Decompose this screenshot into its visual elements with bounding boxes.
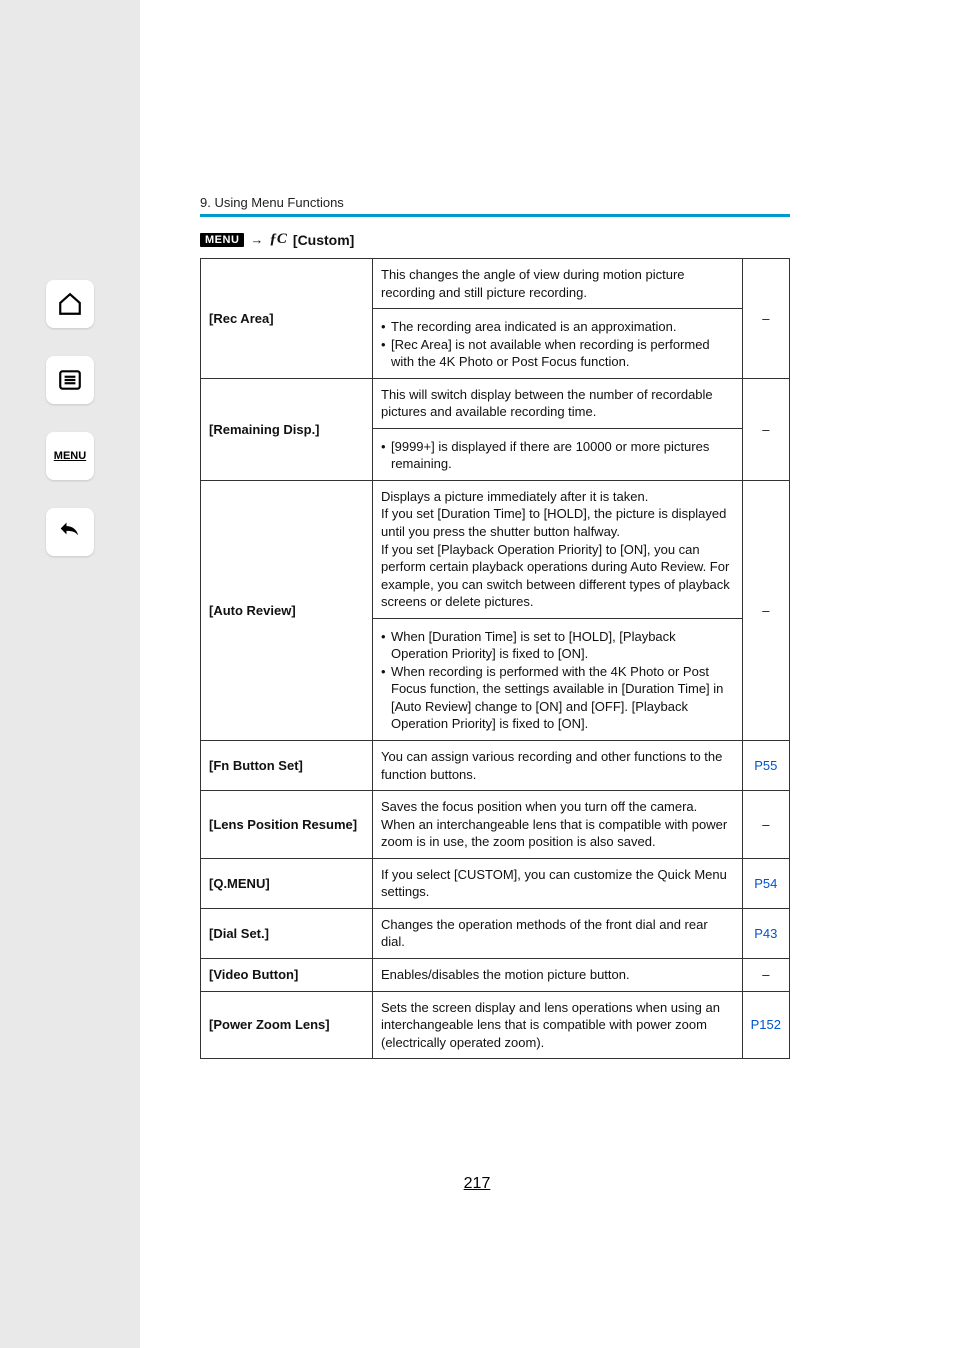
table-row: [Remaining Disp.] This will switch displ… xyxy=(201,378,790,428)
row-ref: – xyxy=(742,791,789,859)
bullet-item: When [Duration Time] is set to [HOLD], [… xyxy=(381,628,734,663)
desc-text: This changes the angle of view during mo… xyxy=(381,266,734,301)
row-ref[interactable]: P152 xyxy=(742,991,789,1059)
row-ref: – xyxy=(742,259,789,379)
row-desc: This changes the angle of view during mo… xyxy=(373,259,743,309)
row-desc: Changes the operation methods of the fro… xyxy=(373,908,743,958)
list-icon xyxy=(57,367,83,393)
arrow-icon: → xyxy=(250,232,263,247)
desc-text: You can assign various recording and oth… xyxy=(381,748,734,783)
table-row: [Q.MENU] If you select [CUSTOM], you can… xyxy=(201,858,790,908)
row-ref: – xyxy=(742,958,789,991)
row-label: [Auto Review] xyxy=(201,480,373,740)
ref-text: – xyxy=(762,603,769,618)
desc-text: Saves the focus position when you turn o… xyxy=(381,798,734,851)
table-row: [Auto Review] Displays a picture immedia… xyxy=(201,480,790,618)
sidebar: MENU xyxy=(0,0,140,1348)
table-row: [Fn Button Set] You can assign various r… xyxy=(201,741,790,791)
menu-button[interactable]: MENU xyxy=(46,432,94,480)
back-button[interactable] xyxy=(46,508,94,556)
table-row: [Video Button] Enables/disables the moti… xyxy=(201,958,790,991)
row-desc: Enables/disables the motion picture butt… xyxy=(373,958,743,991)
row-ref: – xyxy=(742,378,789,480)
home-button[interactable] xyxy=(46,280,94,328)
row-label: [Q.MENU] xyxy=(201,858,373,908)
fc-icon: ƒC xyxy=(269,231,287,248)
ref-text: – xyxy=(762,817,769,832)
row-label: [Rec Area] xyxy=(201,259,373,379)
row-bullets: When [Duration Time] is set to [HOLD], [… xyxy=(373,618,743,740)
page-content: 9. Using Menu Functions MENU → ƒC [Custo… xyxy=(200,195,790,1059)
row-bullets: The recording area indicated is an appro… xyxy=(373,309,743,379)
row-desc: If you select [CUSTOM], you can customiz… xyxy=(373,858,743,908)
ref-link[interactable]: P55 xyxy=(754,758,777,773)
ref-link[interactable]: P43 xyxy=(754,926,777,941)
ref-link[interactable]: P152 xyxy=(751,1017,781,1032)
table-row: [Lens Position Resume] Saves the focus p… xyxy=(201,791,790,859)
ref-text: – xyxy=(762,422,769,437)
row-label: [Dial Set.] xyxy=(201,908,373,958)
row-desc: You can assign various recording and oth… xyxy=(373,741,743,791)
ref-text: – xyxy=(762,311,769,326)
row-label: [Lens Position Resume] xyxy=(201,791,373,859)
table-row: [Rec Area] This changes the angle of vie… xyxy=(201,259,790,309)
bullet-item: When recording is performed with the 4K … xyxy=(381,663,734,733)
row-desc: Saves the focus position when you turn o… xyxy=(373,791,743,859)
page-number: 217 xyxy=(0,1175,954,1193)
row-ref[interactable]: P55 xyxy=(742,741,789,791)
bullet-item: [Rec Area] is not available when recordi… xyxy=(381,336,734,371)
table-row: [Power Zoom Lens] Sets the screen displa… xyxy=(201,991,790,1059)
chapter-heading: 9. Using Menu Functions xyxy=(200,195,790,210)
desc-text: Displays a picture immediately after it … xyxy=(381,488,734,611)
row-bullets: [9999+] is displayed if there are 10000 … xyxy=(373,428,743,480)
ref-text: – xyxy=(762,967,769,982)
row-label: [Video Button] xyxy=(201,958,373,991)
desc-text: Sets the screen display and lens operati… xyxy=(381,999,734,1052)
row-ref[interactable]: P43 xyxy=(742,908,789,958)
row-label: [Power Zoom Lens] xyxy=(201,991,373,1059)
chapter-rule xyxy=(200,214,790,217)
desc-text: This will switch display between the num… xyxy=(381,386,734,421)
desc-text: Changes the operation methods of the fro… xyxy=(381,916,734,951)
bullet-item: [9999+] is displayed if there are 10000 … xyxy=(381,438,734,473)
table-row: [Dial Set.] Changes the operation method… xyxy=(201,908,790,958)
row-label: [Remaining Disp.] xyxy=(201,378,373,480)
undo-icon xyxy=(56,518,84,546)
bullet-item: The recording area indicated is an appro… xyxy=(381,318,734,336)
menu-path: MENU → ƒC [Custom] xyxy=(200,231,790,248)
menu-box-label: MENU xyxy=(200,233,244,247)
desc-text: Enables/disables the motion picture butt… xyxy=(381,966,734,984)
row-desc: This will switch display between the num… xyxy=(373,378,743,428)
row-desc: Sets the screen display and lens operati… xyxy=(373,991,743,1059)
row-ref[interactable]: P54 xyxy=(742,858,789,908)
row-ref: – xyxy=(742,480,789,740)
custom-label: [Custom] xyxy=(293,232,354,248)
desc-text: If you select [CUSTOM], you can customiz… xyxy=(381,866,734,901)
menu-text-icon: MENU xyxy=(54,450,86,462)
row-desc: Displays a picture immediately after it … xyxy=(373,480,743,618)
settings-table: [Rec Area] This changes the angle of vie… xyxy=(200,258,790,1059)
contents-button[interactable] xyxy=(46,356,94,404)
row-label: [Fn Button Set] xyxy=(201,741,373,791)
home-icon xyxy=(57,291,83,317)
ref-link[interactable]: P54 xyxy=(754,876,777,891)
